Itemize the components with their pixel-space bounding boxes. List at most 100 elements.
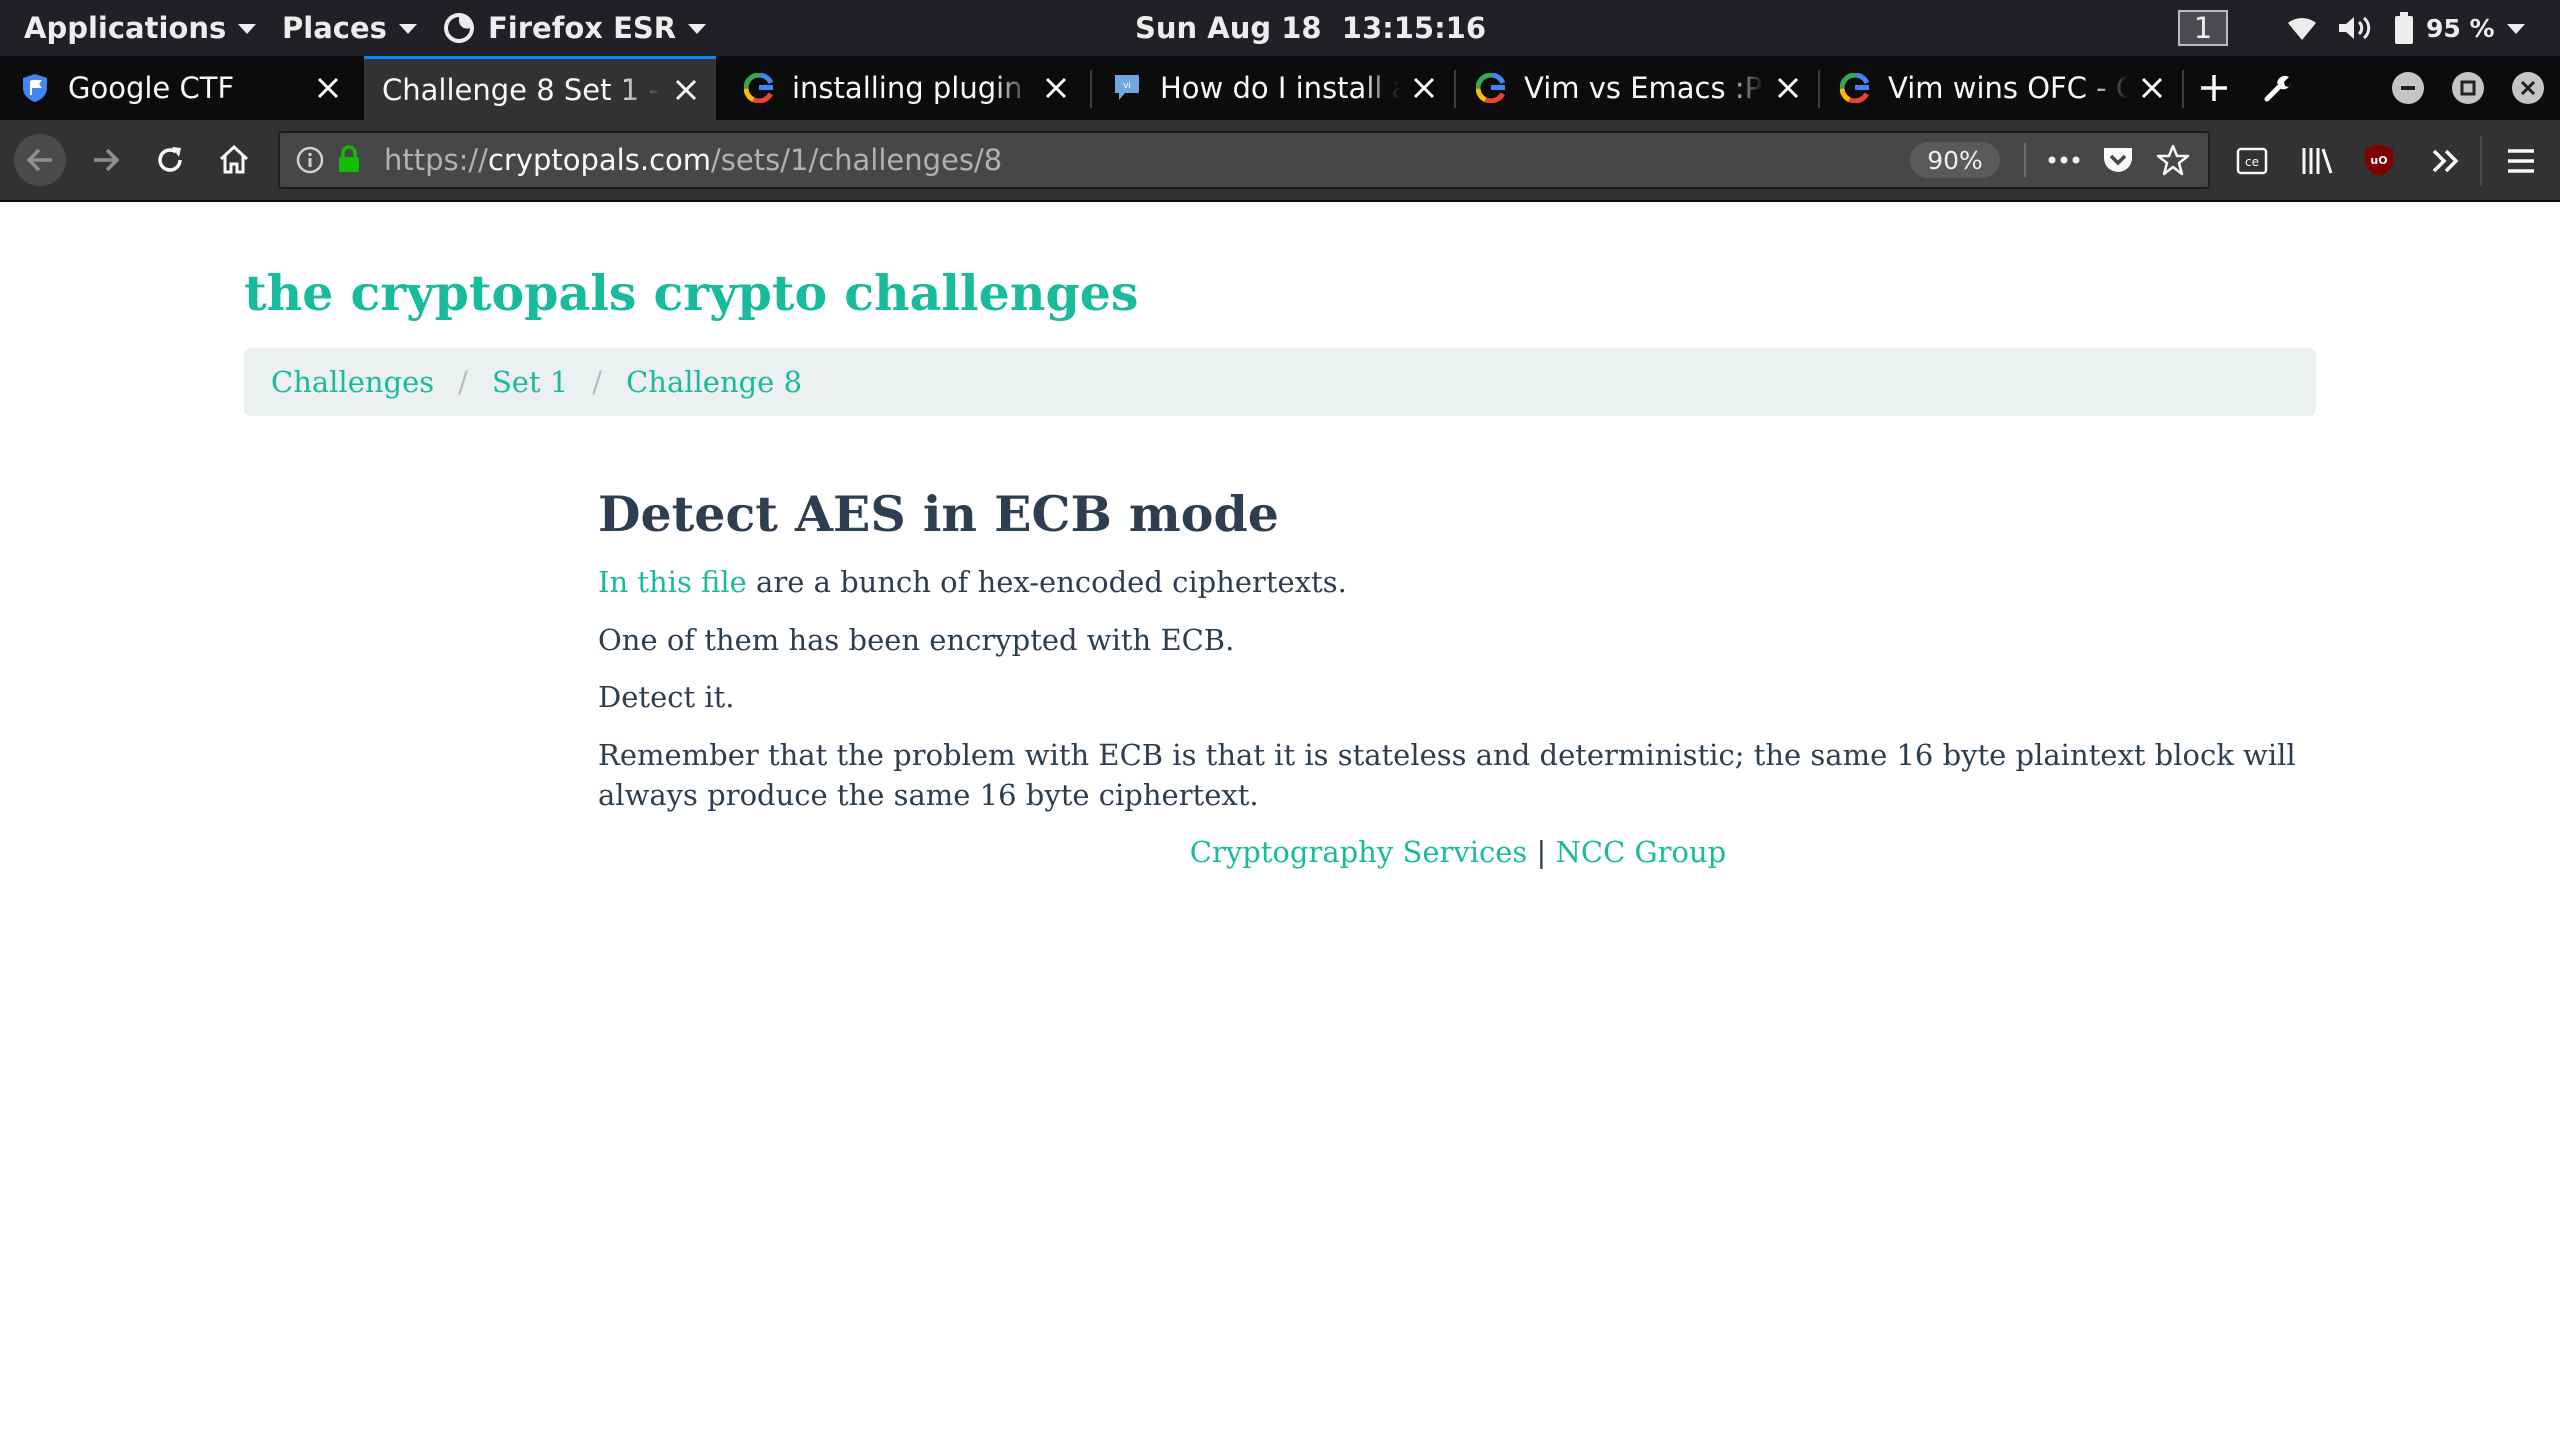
lock-icon[interactable] (336, 144, 362, 174)
close-icon[interactable] (1772, 72, 1804, 104)
close-icon[interactable] (312, 72, 344, 104)
breadcrumb: Challenges / Set 1 / Challenge 8 (244, 348, 2316, 416)
breadcrumb-challenge-8[interactable]: Challenge 8 (626, 365, 802, 399)
info-icon[interactable] (296, 146, 324, 174)
app-menu-firefox[interactable]: Firefox ESR (442, 0, 707, 56)
tab-title: Challenge 8 Set 1 - The Cryptopals Crypt… (382, 72, 662, 107)
breadcrumb-separator: / (592, 365, 603, 399)
tab-strip: Google CTF Challenge 8 Set 1 - The Crypt… (0, 56, 2560, 120)
paragraph-ecb: One of them has been encrypted with ECB. (598, 623, 1235, 657)
toolbar-divider (2480, 136, 2482, 186)
home-button[interactable] (208, 134, 260, 186)
places-menu[interactable]: Places (282, 0, 417, 56)
close-icon[interactable] (2136, 72, 2168, 104)
url-text[interactable]: https://cryptopals.com/sets/1/challenges… (384, 133, 1002, 187)
tab-installing-plugin-vim[interactable]: installing plugin vim (724, 56, 1086, 120)
clock[interactable]: Sun Aug 18 13:15:16 (1135, 0, 1486, 56)
pocket-icon[interactable] (2102, 145, 2134, 175)
reload-icon (158, 147, 182, 172)
zoom-reset-button[interactable]: 90% (1910, 142, 2000, 178)
paragraph-file: In this file are a bunch of hex-encoded … (598, 562, 2318, 602)
url-scheme: https:// (384, 143, 488, 177)
close-icon[interactable] (1040, 72, 1072, 104)
workspace-indicator[interactable]: 1 (2178, 0, 2228, 56)
challenge-title: Detect AES in ECB mode (598, 485, 1279, 543)
browser-label: Firefox ESR (488, 11, 677, 45)
gnome-top-bar: Applications Places Firefox ESR Sun Aug … (0, 0, 2560, 56)
url-bar[interactable]: https://cryptopals.com/sets/1/challenges… (278, 131, 2210, 189)
ncc-group-link[interactable]: NCC Group (1556, 835, 1727, 869)
chevron-down-icon (398, 24, 417, 34)
chevron-down-icon (2506, 24, 2525, 34)
reader-view-icon[interactable]: ce (2236, 147, 2268, 175)
footer: Cryptography Services | NCC Group (598, 832, 2318, 872)
ublock-origin-icon[interactable]: uO (2364, 143, 2394, 177)
shield-flag-icon (20, 73, 50, 103)
svg-text:vi: vi (1123, 81, 1131, 91)
back-button[interactable] (14, 134, 66, 186)
library-icon[interactable] (2300, 145, 2334, 177)
firefox-icon (444, 13, 474, 43)
footer-separator: | (1527, 835, 1556, 869)
battery-percentage: 95 % (2426, 13, 2495, 43)
navigation-toolbar: https://cryptopals.com/sets/1/challenges… (0, 120, 2560, 202)
tab-title: Vim vs Emacs :P - Google (1524, 71, 1764, 105)
breadcrumb-set-1[interactable]: Set 1 (492, 365, 568, 399)
applications-menu[interactable]: Applications (24, 0, 257, 56)
breadcrumb-separator: / (458, 365, 468, 399)
tab-vim-wins-ofc[interactable]: Vim wins OFC - Google (1820, 56, 2182, 120)
new-tab-button[interactable] (2196, 70, 2232, 106)
close-icon[interactable] (670, 74, 702, 106)
tab-separator (2182, 70, 2184, 108)
tab-vim-vs-emacs[interactable]: Vim vs Emacs :P - Google (1456, 56, 1818, 120)
paragraph-text: are a bunch of hex-encoded ciphertexts. (746, 565, 1347, 599)
close-window-button[interactable] (2512, 72, 2544, 104)
url-path: /sets/1/challenges/8 (711, 143, 1003, 177)
forward-button[interactable] (80, 134, 132, 186)
close-icon[interactable] (1408, 72, 1440, 104)
battery-icon (2395, 12, 2413, 44)
arrow-left-icon (26, 148, 52, 172)
chevron-down-icon (238, 24, 257, 34)
tab-title: Google CTF (68, 71, 235, 105)
reload-button[interactable] (144, 134, 196, 186)
maximize-button[interactable] (2452, 72, 2484, 104)
wrench-icon (2264, 75, 2291, 102)
hamburger-menu-icon[interactable] (2506, 148, 2536, 174)
google-icon (1840, 73, 1870, 103)
minimize-button[interactable] (2392, 72, 2424, 104)
workspace-number: 1 (2178, 10, 2228, 46)
page-viewport: the cryptopals crypto challenges Challen… (0, 202, 2560, 1440)
vi-stackexchange-icon: vi (1112, 73, 1142, 103)
tab-how-do-i-install[interactable]: vi How do I install a plugin (1092, 56, 1454, 120)
site-title[interactable]: the cryptopals crypto challenges (244, 264, 1139, 322)
paragraph-remember: Remember that the problem with ECB is th… (598, 738, 2296, 812)
star-icon[interactable] (2156, 143, 2190, 177)
applications-label: Applications (24, 11, 227, 45)
google-icon (1476, 73, 1506, 103)
places-label: Places (282, 11, 387, 45)
system-menu[interactable]: 95 % (2284, 0, 2525, 56)
in-this-file-link[interactable]: In this file (598, 565, 747, 599)
chevron-down-icon (688, 24, 707, 34)
tab-challenge-8[interactable]: Challenge 8 Set 1 - The Cryptopals Crypt… (364, 56, 716, 120)
urlbar-divider (2024, 143, 2026, 177)
cryptography-services-link[interactable]: Cryptography Services (1190, 835, 1528, 869)
arrow-right-icon (94, 148, 120, 172)
svg-text:ce: ce (2245, 155, 2259, 169)
plus-icon (2201, 75, 2227, 101)
wifi-icon (2288, 17, 2316, 40)
maximize-icon (2460, 80, 2476, 96)
page-actions-icon[interactable] (2048, 155, 2080, 165)
tab-title: installing plugin vim (792, 71, 1032, 105)
url-host: cryptopals.com (487, 143, 712, 177)
paragraph-detect: Detect it. (598, 680, 735, 714)
tools-button[interactable] (2260, 70, 2296, 106)
breadcrumb-challenges[interactable]: Challenges (271, 365, 434, 399)
clock-label: Sun Aug 18 13:15:16 (1135, 11, 1487, 45)
overflow-chevron-icon[interactable] (2430, 147, 2460, 175)
google-icon (744, 73, 774, 103)
tab-title: Vim wins OFC - Google (1888, 71, 2128, 105)
close-icon (2520, 80, 2536, 96)
tab-google-ctf[interactable]: Google CTF (0, 56, 358, 120)
